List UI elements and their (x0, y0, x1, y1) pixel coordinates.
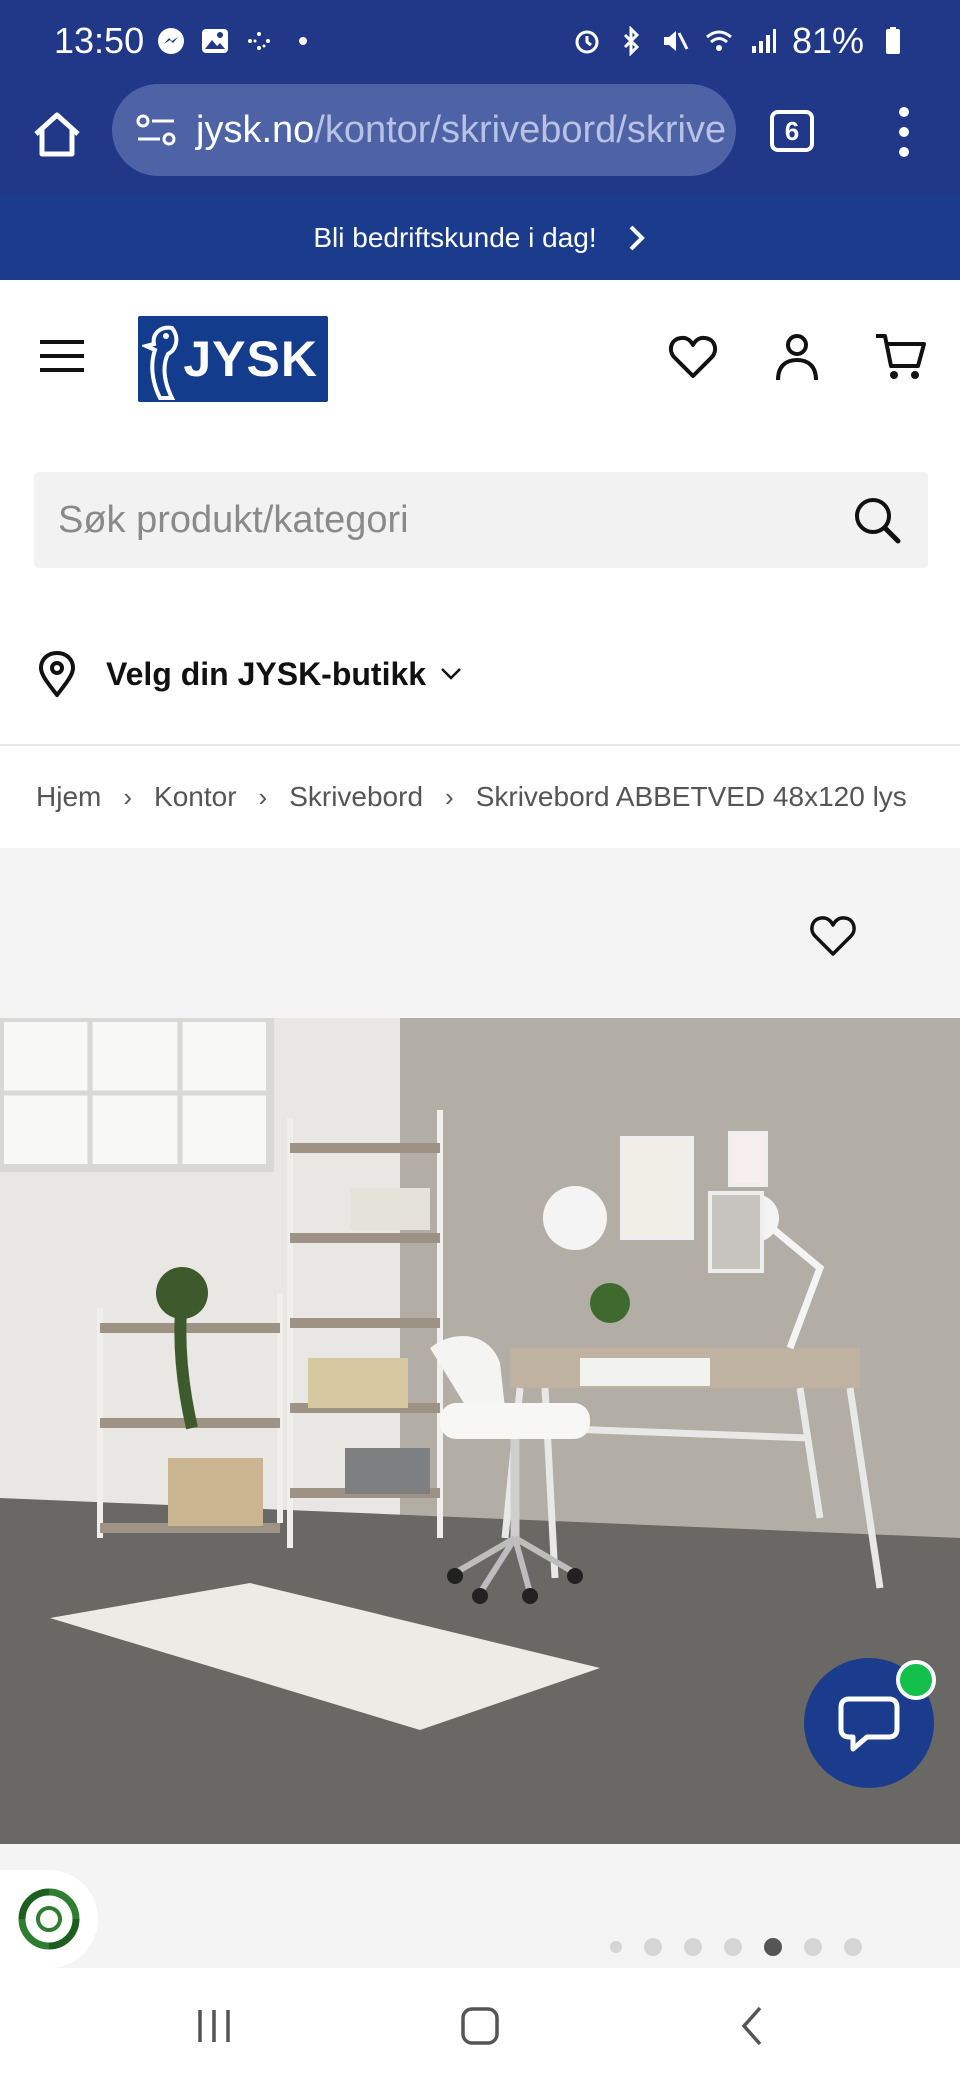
sparkle-icon (248, 32, 270, 50)
carousel-dot[interactable] (610, 1941, 622, 1953)
url-domain: jysk.no (196, 108, 315, 151)
carousel-dot[interactable] (684, 1938, 702, 1956)
chat-online-badge (896, 1660, 936, 1700)
system-icons: 81% (572, 20, 908, 62)
logo-text: JYSK (183, 331, 318, 387)
bluetooth-icon (623, 26, 640, 56)
messenger-icon (158, 28, 184, 54)
back-icon[interactable] (736, 2004, 766, 2048)
store-label: Velg din JYSK-butikk (106, 655, 427, 692)
breadcrumb-item[interactable]: Skrivebord (289, 781, 423, 813)
tab-switcher-button[interactable]: 6 (770, 110, 814, 152)
carousel-dot[interactable] (844, 1938, 862, 1956)
address-bar[interactable]: jysk.no/kontor/skrivebord/skrive (112, 84, 736, 176)
location-pin-icon (38, 651, 76, 697)
cart-icon[interactable] (874, 330, 928, 384)
breadcrumb: Hjem › Kontor › Skrivebord › Skrivebord … (36, 772, 960, 822)
wishlist-heart-icon[interactable] (666, 330, 720, 384)
breadcrumb-separator: › (445, 781, 454, 812)
recent-apps-icon[interactable] (196, 2004, 232, 2048)
home-icon[interactable] (30, 108, 84, 162)
chevron-down-icon (441, 668, 461, 680)
mute-icon (663, 31, 689, 51)
carousel-dot[interactable] (724, 1938, 742, 1956)
alarm-icon (575, 30, 599, 54)
carousel-dots (610, 1938, 862, 1956)
gallery-icon (202, 29, 228, 53)
carousel-dot-active[interactable] (764, 1938, 782, 1956)
divider (0, 744, 960, 746)
recycle-icon (18, 1888, 80, 1950)
chat-bubble-icon (838, 1696, 900, 1752)
breadcrumb-item[interactable]: Hjem (36, 781, 101, 813)
url-path: /kontor/skrivebord/skrive (314, 108, 727, 151)
search-icon[interactable] (850, 493, 904, 547)
signal-icon (751, 29, 776, 53)
browser-toolbar: jysk.no/kontor/skrivebord/skrive 6 (0, 84, 960, 196)
search-box (34, 472, 928, 568)
add-to-wishlist-icon[interactable] (808, 912, 858, 958)
battery-percent: 81% (791, 20, 864, 61)
bird-logo-icon (142, 325, 179, 400)
search-input[interactable] (58, 498, 850, 542)
dot-icon (299, 37, 307, 45)
eco-badge[interactable] (0, 1870, 98, 1968)
jysk-logo[interactable]: JYSK (138, 316, 328, 402)
status-time: 13:50 (54, 20, 145, 61)
site-settings-icon[interactable] (134, 108, 178, 152)
promo-text: Bli bedriftskunde i dag! (313, 222, 597, 253)
system-navigation-bar (0, 1968, 960, 2080)
account-icon[interactable] (770, 330, 824, 384)
product-gallery (0, 848, 960, 1968)
status-bar: 13:50 81% (0, 0, 960, 84)
wifi-icon (705, 30, 732, 51)
breadcrumb-item[interactable]: Kontor (154, 781, 237, 813)
battery-icon (886, 27, 900, 54)
breadcrumb-separator: › (258, 781, 268, 812)
breadcrumb-current: Skrivebord ABBETVED 48x120 lys (475, 781, 907, 812)
breadcrumb-separator: › (123, 781, 133, 812)
more-menu-icon[interactable] (884, 102, 924, 162)
site-header: JYSK (0, 280, 960, 440)
store-selector[interactable]: Velg din JYSK-butikk (36, 642, 462, 706)
menu-icon[interactable] (40, 336, 84, 376)
notification-icons (156, 26, 318, 56)
screen: 13:50 81% jysk.no/kontor/skrivebord/skri… (0, 0, 960, 2080)
carousel-dot[interactable] (804, 1938, 822, 1956)
carousel-dot[interactable] (644, 1938, 662, 1956)
business-customer-banner[interactable]: Bli bedriftskunde i dag! (0, 196, 960, 280)
home-nav-icon[interactable] (460, 2004, 500, 2048)
chevron-right-icon (629, 225, 645, 251)
url-text: jysk.no/kontor/skrivebord/skrive (196, 109, 726, 152)
